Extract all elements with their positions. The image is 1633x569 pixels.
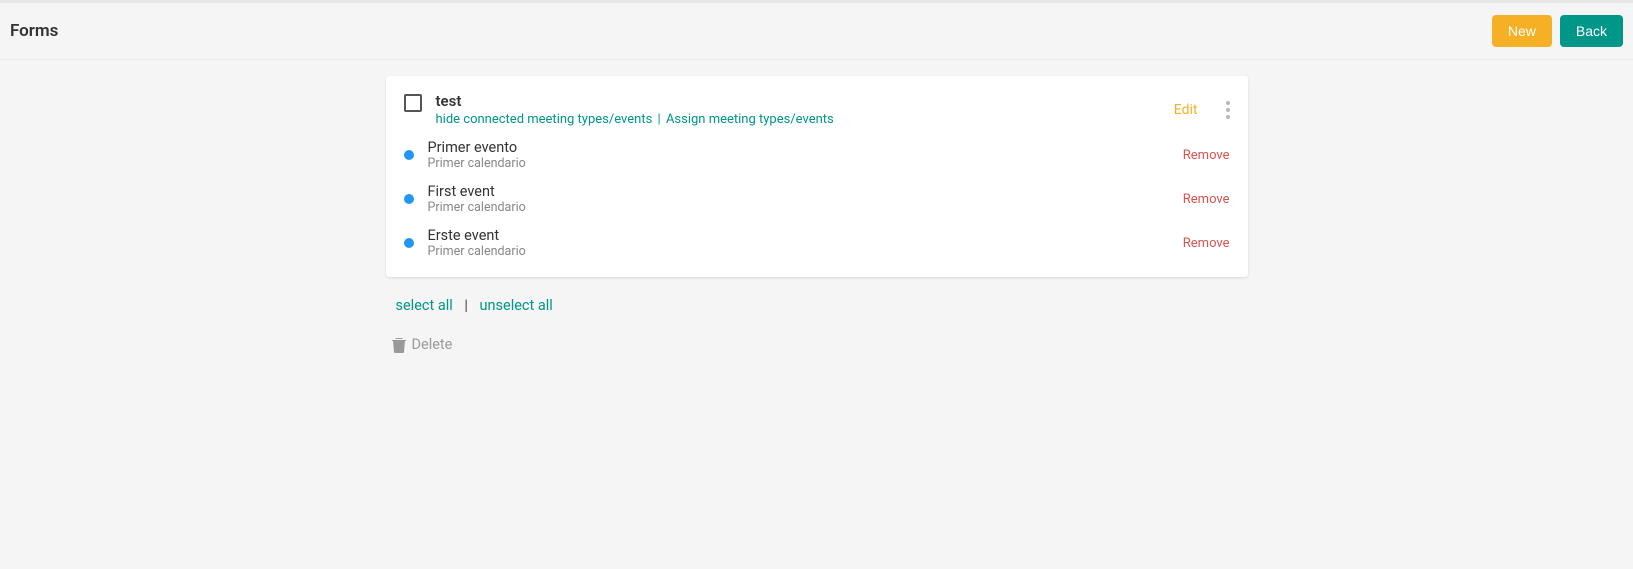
unselect-all-link[interactable]: unselect all [480,297,553,314]
event-bullet-icon [404,194,414,204]
form-checkbox[interactable] [404,94,422,112]
hide-connected-link[interactable]: hide connected meeting types/events [436,112,653,127]
selection-actions: select all | unselect all [386,277,1248,322]
card-title-column: test hide connected meeting types/events… [436,92,1174,127]
remove-link[interactable]: Remove [1183,192,1230,207]
edit-link[interactable]: Edit [1174,102,1198,118]
remove-link[interactable]: Remove [1183,236,1230,251]
delete-label: Delete [412,336,453,353]
form-card: test hide connected meeting types/events… [386,76,1248,277]
card-links: hide connected meeting types/events | As… [436,112,1174,127]
select-all-link[interactable]: select all [396,297,453,314]
event-row: First event Primer calendario Remove [404,171,1230,215]
event-name: First event [428,183,1183,200]
header-buttons: New Back [1492,15,1623,47]
event-bullet-icon [404,150,414,160]
selection-separator: | [456,297,476,314]
event-calendar: Primer calendario [428,244,1183,259]
event-row: Primer evento Primer calendario Remove [404,127,1230,171]
remove-link[interactable]: Remove [1183,148,1230,163]
trash-icon [392,337,406,353]
event-info: First event Primer calendario [428,183,1183,215]
new-button[interactable]: New [1492,15,1552,47]
form-title: test [436,92,1174,110]
event-row: Erste event Primer calendario Remove [404,215,1230,259]
delete-action[interactable]: Delete [386,322,1248,353]
event-info: Erste event Primer calendario [428,227,1183,259]
event-info: Primer evento Primer calendario [428,139,1183,171]
card-header: test hide connected meeting types/events… [404,92,1230,127]
event-name: Primer evento [428,139,1183,156]
event-calendar: Primer calendario [428,200,1183,215]
back-button[interactable]: Back [1560,15,1623,47]
page-header: Forms New Back [0,3,1633,60]
content-area: test hide connected meeting types/events… [0,60,1633,353]
assign-link[interactable]: Assign meeting types/events [666,112,834,127]
page-title: Forms [10,21,58,41]
event-bullet-icon [404,238,414,248]
more-menu-icon[interactable] [1226,101,1230,119]
event-name: Erste event [428,227,1183,244]
event-calendar: Primer calendario [428,156,1183,171]
link-separator: | [656,112,666,127]
